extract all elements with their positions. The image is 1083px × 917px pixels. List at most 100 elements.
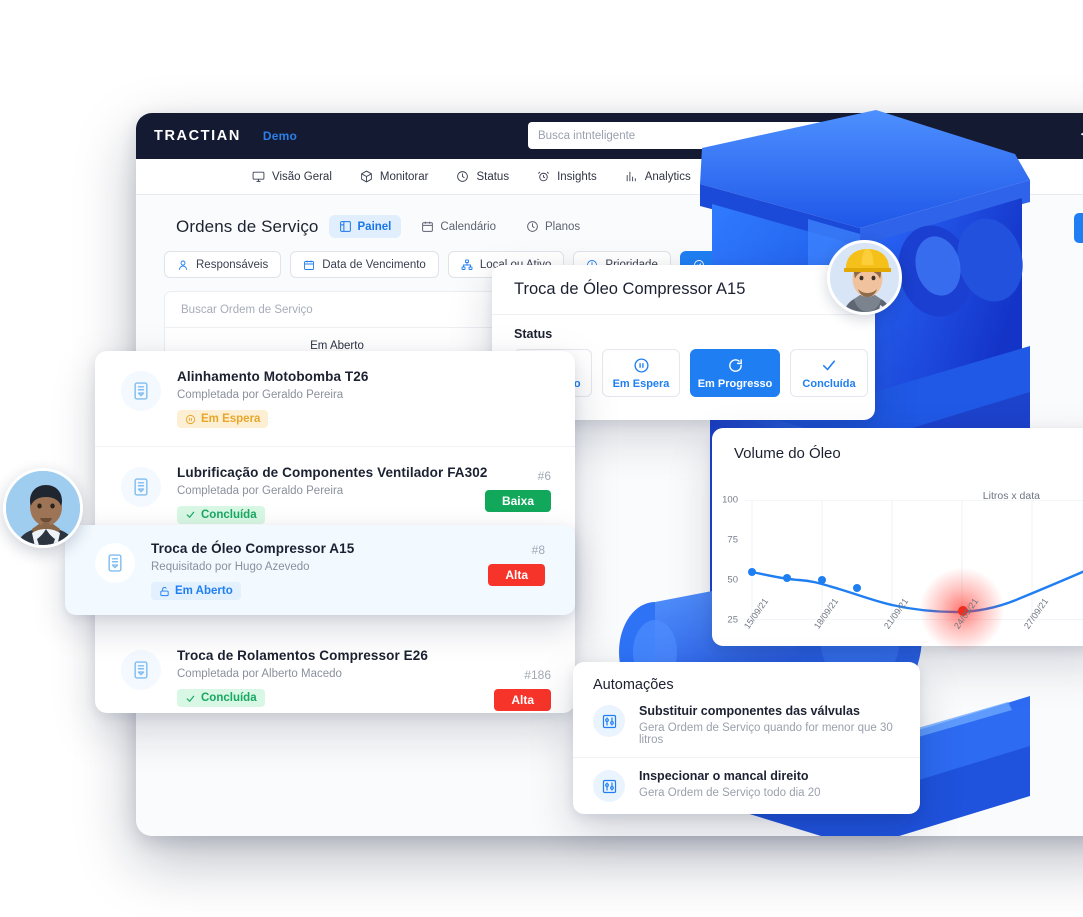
work-order-number: #186 [524, 667, 551, 682]
status-badge-label: Concluída [201, 692, 257, 704]
technician-avatar [3, 468, 83, 548]
clock-icon [527, 221, 538, 232]
work-order-icon [121, 371, 161, 411]
pause-circle-icon [633, 357, 649, 373]
nav-label: os [993, 170, 1006, 183]
view-tab-painel[interactable]: Painel [328, 215, 402, 238]
nav-item-analytics[interactable]: Analytics [625, 170, 691, 183]
view-tab-planos[interactable]: Planos [516, 215, 590, 238]
work-order-title: Troca de Rolamentos Compressor E26 [177, 648, 428, 663]
status-badge-label: Em Aberto [175, 585, 233, 597]
orders-tab-label: Em Aberto [310, 339, 364, 352]
table-row[interactable]: Alinhamento Motobomba T26 Completada por… [95, 351, 575, 447]
y-tick: 75 [727, 534, 738, 546]
promo-composition: TRACTIAN Demo Busca intnteligente Visão … [0, 0, 1083, 917]
highlighted-work-order-card[interactable]: Troca de Óleo Compressor A15 Requisitado… [65, 525, 575, 615]
engineer-avatar [827, 240, 902, 315]
automation-subtitle: Gera Ordem de Serviço todo dia 20 [639, 787, 821, 799]
priority-badge: Baixa [484, 489, 551, 512]
automations-title: Automações [593, 677, 674, 693]
filter-chip-data-vencimento[interactable]: Data de Vencimento [290, 251, 439, 278]
top-bar: TRACTIAN Demo Busca intnteligente [136, 113, 1083, 159]
status-option-concluida[interactable]: Concluída [790, 349, 868, 397]
box-icon [361, 170, 372, 183]
work-order-icon [121, 650, 161, 690]
filter-chip-label: Data de Vencimento [322, 258, 426, 271]
status-modal-header: Troca de Óleo Compressor A15 [492, 265, 875, 315]
check-icon [186, 511, 195, 518]
orders-search-placeholder: Buscar Ordem de Serviço [181, 303, 313, 316]
nav-label: Insights [557, 170, 597, 183]
alarm-icon [538, 171, 549, 182]
status-modal-section-label: Status [514, 327, 553, 341]
work-order-subtitle: Completada por Geraldo Pereira [177, 389, 344, 401]
status-badge: Concluída [177, 505, 265, 524]
nav-item-monitorar[interactable]: Monitorar [360, 170, 429, 183]
check-icon [186, 695, 195, 702]
hierarchy-icon [719, 170, 732, 182]
y-tick: 100 [722, 494, 738, 506]
sliders-icon [593, 770, 625, 802]
status-option-em-progresso[interactable]: Em Progresso [690, 349, 780, 397]
nav-label: Monitorar [379, 170, 429, 183]
brand-logo[interactable]: TRACTIAN [154, 128, 241, 144]
nav-item-ativos[interactable]: Ativos [719, 170, 770, 183]
chart-plot-area: 100 75 50 25 15/09/21 18/09/21 21/09/21 … [722, 495, 1083, 653]
nav-item-insights[interactable]: Insights [537, 170, 597, 183]
nav-label: Status [476, 170, 510, 183]
work-order-number: #6 [537, 468, 551, 483]
y-tick: 25 [727, 614, 738, 626]
calendar-icon [422, 221, 434, 232]
status-badge-label: Concluída [201, 508, 257, 521]
sliders-icon [593, 705, 625, 737]
clock-icon [457, 171, 469, 182]
priority-badge: Alta [494, 688, 551, 711]
status-badge: Em Espera [177, 410, 269, 428]
status-option-label: Em Espera [612, 377, 670, 390]
automation-body: Substituir componentes das válvulas Gera… [639, 704, 902, 746]
work-order-icon [121, 466, 161, 507]
filter-chip-responsaveis[interactable]: Responsáveis [164, 251, 282, 278]
work-order-number: #8 [531, 543, 545, 557]
oil-volume-chart-card: Volume do Óleo Litros x data 100 75 50 2… [712, 428, 1083, 653]
search-input[interactable]: Busca intnteligente [528, 122, 828, 149]
view-tab-label: Calendário [440, 220, 497, 233]
due-date-value: 12/ [714, 645, 730, 657]
highlighted-row[interactable]: Troca de Óleo Compressor A15 Requisitado… [65, 525, 575, 618]
list-item[interactable]: Substituir componentes das válvulas Gera… [573, 693, 920, 757]
person-icon [179, 260, 187, 270]
status-modal-title: Troca de Óleo Compressor A15 [514, 280, 746, 298]
main-nav: Visão Geral Monitorar Status Insights An… [136, 159, 1083, 195]
automation-body: Inspecionar o mancal direito Gera Ordem … [639, 769, 821, 799]
hierarchy-icon [461, 259, 473, 270]
workspace-label[interactable]: Demo [263, 129, 297, 143]
nav-item-os[interactable]: os [994, 171, 1006, 183]
automation-subtitle: Gera Ordem de Serviço quando for menor q… [639, 722, 893, 746]
status-badge: Em Aberto [151, 582, 241, 600]
table-row[interactable]: Troca de Rolamentos Compressor E26 Compl… [95, 630, 575, 713]
panel-icon [339, 221, 351, 232]
nav-label: Ativos [738, 170, 771, 183]
bar-chart-icon [626, 171, 636, 182]
nav-item-visao-geral[interactable]: Visão Geral [252, 170, 332, 183]
nav-item-status[interactable]: Status [456, 170, 509, 183]
chart-svg [744, 500, 1083, 620]
list-item[interactable]: Inspecionar o mancal direito Gera Ordem … [573, 757, 920, 813]
y-tick: 50 [727, 574, 738, 586]
page-title: Ordens de Serviço [176, 216, 319, 236]
filter-chip-label: Responsáveis [196, 258, 269, 271]
view-tab-label: Planos [545, 220, 581, 233]
nav-label: Analytics [644, 170, 691, 183]
calendar-icon [304, 260, 315, 270]
add-order-button[interactable]: Adicio [1074, 213, 1083, 243]
chart-title: Volume do Óleo [734, 445, 841, 462]
status-option-em-espera[interactable]: Em Espera [602, 349, 680, 397]
view-tab-calendario[interactable]: Calendário [411, 215, 506, 238]
status-badge-label: Em Espera [201, 413, 261, 425]
work-order-meta: #6 Baixa [484, 468, 551, 512]
view-tab-label: Painel [357, 220, 392, 233]
unlock-icon [160, 586, 169, 596]
automation-title: Inspecionar o mancal direito [639, 769, 809, 783]
page-header: Ordens de Serviço Painel Calendário Plan… [136, 195, 1083, 243]
automation-title: Substituir componentes das válvulas [639, 704, 860, 718]
